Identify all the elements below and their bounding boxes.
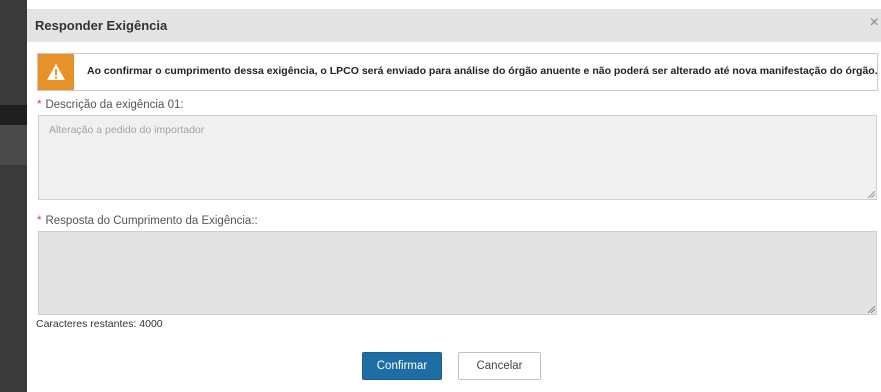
close-icon[interactable]: × bbox=[870, 15, 879, 31]
descricao-textarea: Alteração a pedido do importador bbox=[38, 115, 877, 200]
resposta-textarea[interactable] bbox=[38, 231, 877, 315]
resize-handle-icon[interactable] bbox=[868, 191, 875, 198]
descricao-label-text: Descrição da exigência 01: bbox=[45, 99, 184, 111]
descricao-label: * Descrição da exigência 01: bbox=[37, 99, 184, 111]
confirm-button[interactable]: Confirmar bbox=[362, 352, 442, 380]
resize-handle-icon[interactable] bbox=[868, 306, 875, 313]
background-page bbox=[0, 0, 27, 392]
descricao-value: Alteração a pedido do importador bbox=[49, 124, 205, 136]
required-marker: * bbox=[37, 215, 42, 227]
responder-exigencia-modal: Responder Exigência × Ao confirmar o cum… bbox=[27, 9, 881, 392]
modal-title: Responder Exigência bbox=[35, 18, 168, 33]
resposta-label: * Resposta do Cumprimento da Exigência:: bbox=[37, 215, 258, 227]
warning-triangle-icon bbox=[38, 54, 74, 90]
cancel-button[interactable]: Cancelar bbox=[458, 352, 541, 380]
characters-remaining: Caracteres restantes: 4000 bbox=[36, 318, 163, 330]
resposta-label-text: Resposta do Cumprimento da Exigência:: bbox=[45, 215, 258, 227]
warning-alert: Ao confirmar o cumprimento dessa exigênc… bbox=[37, 53, 878, 91]
background-strip bbox=[0, 105, 27, 125]
modal-header: Responder Exigência × bbox=[27, 9, 881, 42]
background-strip bbox=[0, 125, 27, 165]
required-marker: * bbox=[37, 99, 42, 111]
alert-message: Ao confirmar o cumprimento dessa exigênc… bbox=[87, 65, 878, 77]
